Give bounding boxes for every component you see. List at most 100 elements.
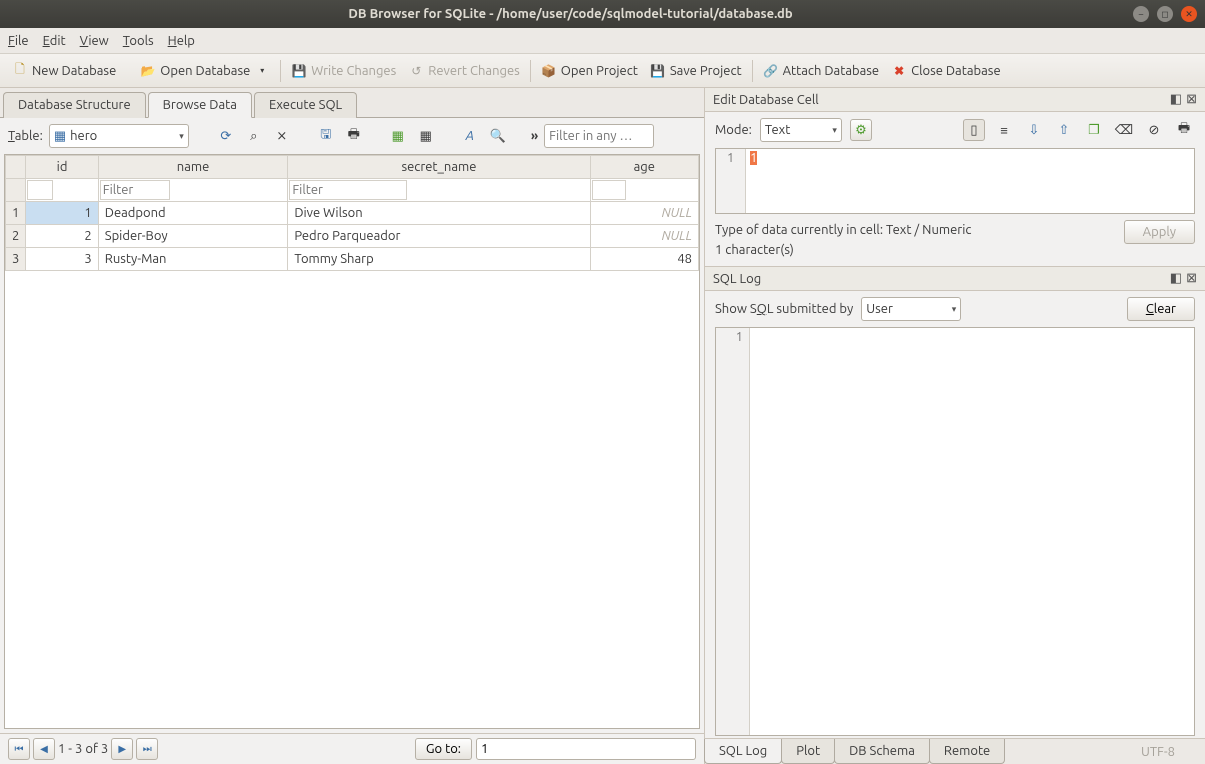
close-database-button[interactable]: ✖ Close Database: [885, 60, 1007, 82]
col-header-name[interactable]: name: [98, 156, 288, 179]
cell-secret-name[interactable]: Dive Wilson: [288, 202, 590, 225]
clear-sort-button[interactable]: ⨯: [271, 125, 293, 147]
font-button[interactable]: A: [459, 125, 481, 147]
open-project-button[interactable]: 📦 Open Project: [535, 60, 644, 82]
cell-name[interactable]: Spider-Boy: [98, 225, 288, 248]
cell-name[interactable]: Deadpond: [98, 202, 288, 225]
browse-data-panel: Table: ▦ hero ▾ ⟳ ⌕ ⨯ 🖫 🖶 ▦ ▦ A 🔍: [0, 118, 704, 764]
open-database-label: Open Database: [160, 64, 250, 78]
print-button[interactable]: 🖶: [343, 125, 365, 147]
export-icon: ⇧: [1059, 123, 1070, 138]
editor-text[interactable]: 1: [746, 149, 1194, 213]
row-header[interactable]: 3: [6, 248, 26, 271]
cell-secret-name[interactable]: Pedro Parqueador: [288, 225, 590, 248]
separator: [280, 60, 281, 82]
refresh-icon: ⟳: [220, 129, 231, 144]
filter-age-input[interactable]: [592, 180, 626, 200]
save-table-button[interactable]: 🖫: [315, 125, 337, 147]
table-selector[interactable]: ▦ hero ▾: [49, 124, 189, 148]
cell-age[interactable]: NULL: [590, 225, 698, 248]
sql-log-body[interactable]: 1: [715, 327, 1195, 736]
apply-button[interactable]: Apply: [1124, 220, 1195, 244]
tab-database-structure[interactable]: Database Structure: [3, 92, 146, 118]
tab-browse-data[interactable]: Browse Data: [148, 92, 252, 118]
clear-log-button[interactable]: Clear: [1127, 297, 1195, 321]
row-header[interactable]: 2: [6, 225, 26, 248]
separator: [530, 60, 531, 82]
attach-database-button[interactable]: 🔗 Attach Database: [757, 60, 886, 82]
menu-help[interactable]: Help: [168, 34, 195, 48]
delete-record-button[interactable]: ▦: [415, 125, 437, 147]
float-panel-icon[interactable]: ◧: [1170, 92, 1182, 107]
clear-filters-button[interactable]: ⌕: [243, 125, 265, 147]
filter-name-input[interactable]: [100, 180, 170, 200]
dropdown-icon: ▾: [952, 304, 957, 315]
import-button[interactable]: ⇩: [1023, 119, 1045, 141]
refresh-button[interactable]: ⟳: [215, 125, 237, 147]
tab-execute-sql[interactable]: Execute SQL: [254, 92, 357, 118]
new-database-button[interactable]: 🗋 New Database: [6, 60, 122, 82]
auto-switch-button[interactable]: ⚙: [850, 119, 872, 141]
close-panel-icon[interactable]: ⊠: [1186, 271, 1197, 286]
word-wrap-button[interactable]: ≡: [993, 119, 1015, 141]
filter-secret-name-input[interactable]: [289, 180, 407, 200]
save-project-button[interactable]: 💾 Save Project: [644, 60, 748, 82]
copy-button[interactable]: ❐: [1083, 119, 1105, 141]
export-icon: 🖫: [320, 125, 331, 147]
menu-view[interactable]: View: [80, 34, 109, 48]
mode-selector[interactable]: Text ▾: [760, 118, 842, 142]
minimize-button[interactable]: –: [1133, 6, 1149, 22]
project-open-icon: 📦: [541, 63, 557, 79]
cell-editor[interactable]: 1 1: [715, 148, 1195, 214]
corner-header[interactable]: [6, 156, 26, 179]
table-row[interactable]: 1 1 Deadpond Dive Wilson NULL: [6, 202, 699, 225]
menu-file[interactable]: File: [8, 34, 29, 48]
cell-id[interactable]: 2: [26, 225, 98, 248]
cell-secret-name[interactable]: Tommy Sharp: [288, 248, 590, 271]
filter-any-input[interactable]: [544, 124, 654, 148]
open-database-button[interactable]: 📂 Open Database ▾: [134, 60, 276, 82]
text-mode-button[interactable]: ▯: [963, 119, 985, 141]
export-button[interactable]: ⇧: [1053, 119, 1075, 141]
clear-button[interactable]: ⊘: [1143, 119, 1165, 141]
filter-id-input[interactable]: [27, 180, 53, 200]
sql-source-selector[interactable]: User ▾: [861, 297, 961, 321]
null-button[interactable]: ⌫: [1113, 119, 1135, 141]
close-button[interactable]: ✕: [1181, 6, 1197, 22]
insert-record-button[interactable]: ▦: [387, 125, 409, 147]
close-icon: ✖: [891, 63, 907, 79]
null-icon: ⌫: [1115, 123, 1133, 138]
left-pane: Database Structure Browse Data Execute S…: [0, 88, 704, 764]
main-toolbar: 🗋 New Database 📂 Open Database ▾ 💾 Write…: [0, 54, 1205, 88]
sort-clear-icon: ⨯: [276, 129, 287, 144]
cell-age[interactable]: 48: [590, 248, 698, 271]
attach-database-label: Attach Database: [783, 64, 880, 78]
overflow-icon[interactable]: »: [531, 129, 538, 143]
cell-id[interactable]: 3: [26, 248, 98, 271]
menu-edit[interactable]: Edit: [43, 34, 66, 48]
cell-age[interactable]: NULL: [590, 202, 698, 225]
write-changes-button[interactable]: 💾 Write Changes: [285, 60, 402, 82]
clear-icon: ⊘: [1149, 123, 1160, 138]
sql-log-panel: Show SQL submitted by User ▾ Clear 1 SQL…: [705, 291, 1205, 764]
col-header-id[interactable]: id: [26, 156, 98, 179]
main-tabs: Database Structure Browse Data Execute S…: [0, 88, 704, 118]
table-row[interactable]: 3 3 Rusty-Man Tommy Sharp 48: [6, 248, 699, 271]
maximize-button[interactable]: ◻: [1157, 6, 1173, 22]
revert-changes-button[interactable]: ↺ Revert Changes: [402, 60, 526, 82]
menu-tools[interactable]: Tools: [123, 34, 154, 48]
row-header[interactable]: 1: [6, 202, 26, 225]
search-icon: 🔍: [490, 129, 506, 144]
cell-name[interactable]: Rusty-Man: [98, 248, 288, 271]
close-database-label: Close Database: [911, 64, 1001, 78]
close-panel-icon[interactable]: ⊠: [1186, 92, 1197, 107]
search-button[interactable]: 🔍: [487, 125, 509, 147]
table-row[interactable]: 2 2 Spider-Boy Pedro Parqueador NULL: [6, 225, 699, 248]
print-cell-button[interactable]: 🖶: [1173, 119, 1195, 141]
cell-id[interactable]: 1: [26, 202, 98, 225]
col-header-secret-name[interactable]: secret_name: [288, 156, 590, 179]
col-header-age[interactable]: age: [590, 156, 698, 179]
dropdown-icon: ▾: [179, 131, 184, 142]
sql-source-value: User: [866, 302, 893, 316]
float-panel-icon[interactable]: ◧: [1170, 271, 1182, 286]
